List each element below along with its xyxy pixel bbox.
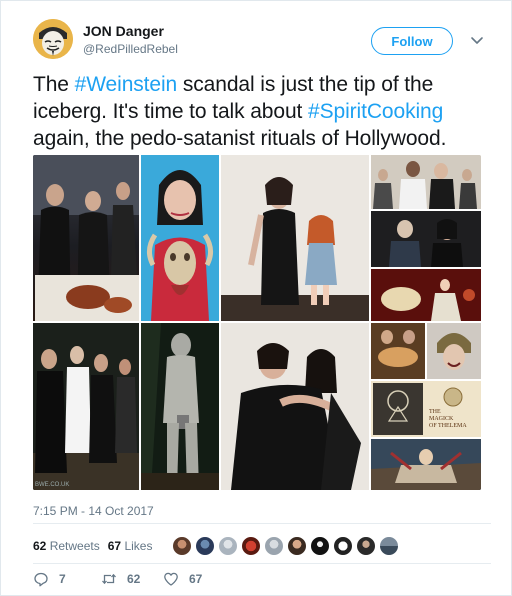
- media-photo[interactable]: BWE.CO.UK: [33, 323, 139, 490]
- engagement-stats: 62 Retweets 67 Likes: [33, 534, 402, 558]
- media-photo[interactable]: [371, 269, 481, 321]
- photo-painted-figure: [141, 323, 219, 490]
- divider: [33, 523, 491, 524]
- media-photo[interactable]: [371, 211, 481, 267]
- media-photo[interactable]: [371, 323, 425, 379]
- likes-label: Likes: [124, 539, 153, 553]
- divider: [33, 563, 491, 564]
- reply-icon: [34, 572, 48, 587]
- book-title-line: MAGICK: [429, 416, 454, 422]
- media-photo[interactable]: [141, 155, 219, 321]
- book-title-line: OF THELEMA: [429, 423, 467, 429]
- tweet-timestamp[interactable]: 7:15 PM - 14 Oct 2017: [33, 504, 154, 518]
- hashtag-link[interactable]: #SpiritCooking: [308, 100, 443, 123]
- liker-avatar[interactable]: [218, 536, 239, 556]
- media-collage[interactable]: BWE.CO.UK THE MAGICK OF THELEMA: [33, 155, 481, 490]
- book-title-line: THE: [429, 409, 441, 415]
- follow-button[interactable]: Follow: [371, 27, 453, 55]
- liker-avatar[interactable]: [241, 536, 262, 556]
- likes-stat[interactable]: 67 Likes: [108, 539, 153, 553]
- hashtag-link[interactable]: #Weinstein: [75, 73, 178, 96]
- media-photo[interactable]: [33, 155, 139, 321]
- user-names: JON Danger @RedPilledRebel: [83, 23, 178, 57]
- tweet-text: The #Weinstein scandal is just the tip o…: [33, 71, 493, 152]
- media-photo[interactable]: [221, 323, 369, 490]
- liker-avatar[interactable]: [310, 536, 331, 556]
- liker-avatars: [172, 536, 402, 556]
- photo-ritual-table: [371, 323, 425, 379]
- media-photo[interactable]: [221, 155, 369, 321]
- heart-icon: [164, 572, 178, 586]
- photo-ritual-scene: [371, 439, 481, 490]
- retweets-label: Retweets: [49, 539, 100, 553]
- liker-avatar[interactable]: [356, 536, 377, 556]
- media-photo[interactable]: [371, 155, 481, 209]
- tweet-actions: 7 62 67: [33, 571, 231, 587]
- chevron-down-icon[interactable]: [469, 32, 485, 48]
- photo-group-event: [371, 155, 481, 209]
- tweet-text-part: again, the pedo-satanist rituals of Holl…: [33, 127, 447, 150]
- media-photo[interactable]: [141, 323, 219, 490]
- tweet-header: JON Danger @RedPilledRebel Follow: [33, 19, 491, 63]
- photo-woman-child: [221, 155, 369, 321]
- liker-avatar[interactable]: [287, 536, 308, 556]
- tweet-card: JON Danger @RedPilledRebel Follow The #W…: [0, 0, 512, 596]
- media-photo[interactable]: THE MAGICK OF THELEMA: [371, 381, 481, 437]
- media-photo[interactable]: [371, 439, 481, 490]
- media-photo[interactable]: [427, 323, 481, 379]
- photo-portrait-skull: [141, 155, 219, 321]
- photo-night-party: [33, 323, 139, 490]
- photo-watermark: BWE.CO.UK: [35, 482, 70, 488]
- like-button[interactable]: 67: [163, 571, 231, 587]
- like-count: 67: [189, 572, 203, 586]
- retweet-count: 62: [127, 572, 141, 586]
- photo-embrace: [221, 323, 369, 490]
- display-name[interactable]: JON Danger: [83, 23, 178, 40]
- retweets-count: 62: [33, 539, 47, 553]
- tweet-text-part: The: [33, 73, 75, 96]
- liker-avatar[interactable]: [379, 536, 400, 556]
- likes-count: 67: [107, 539, 122, 553]
- user-handle[interactable]: @RedPilledRebel: [83, 41, 178, 57]
- reply-button[interactable]: 7: [33, 571, 101, 587]
- retweet-icon: [102, 573, 116, 585]
- reply-count: 7: [59, 572, 66, 586]
- liker-avatar[interactable]: [195, 536, 216, 556]
- photo-dinner-scene: [33, 155, 139, 321]
- photo-headdress: [427, 323, 481, 379]
- photo-couple-dark: [371, 211, 481, 267]
- avatar[interactable]: [33, 19, 73, 59]
- liker-avatar[interactable]: [333, 536, 354, 556]
- liker-avatar[interactable]: [172, 536, 193, 556]
- liker-avatar[interactable]: [264, 536, 285, 556]
- retweets-stat[interactable]: 62 Retweets: [33, 539, 100, 553]
- photo-red-stage: [371, 269, 481, 321]
- avatar-mask-icon: [33, 19, 73, 59]
- retweet-button[interactable]: 62: [101, 571, 163, 587]
